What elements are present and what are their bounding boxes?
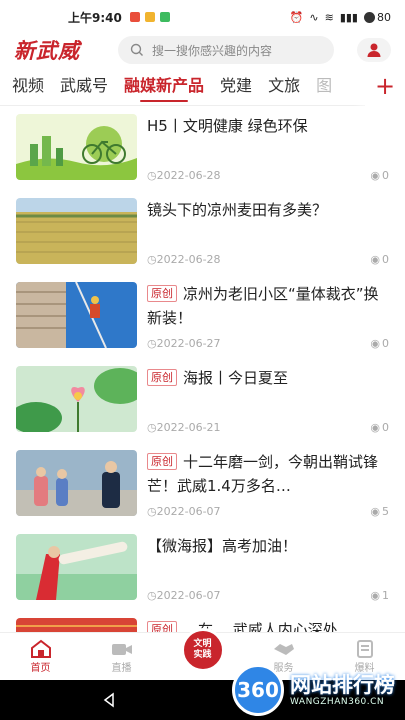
notification-icon <box>144 12 155 22</box>
list-item[interactable]: 【微海报】高考加油！ ◷ 2022-06-07 ◉ 1 <box>0 526 405 610</box>
view-count: ◉ 5 <box>370 505 389 518</box>
article-meta: ◷ 2022-06-21 ◉ 0 <box>147 421 389 434</box>
nav-live[interactable]: 直播 <box>81 633 162 680</box>
view-count: ◉ 0 <box>370 169 389 182</box>
handshake-icon <box>273 644 294 655</box>
tab-culture-travel[interactable]: 文旅 <box>268 66 300 106</box>
user-icon <box>367 43 381 57</box>
notification-icon <box>159 12 170 22</box>
app-logo[interactable]: 新武威 <box>14 35 118 65</box>
article-date: 2022-06-07 <box>156 505 221 518</box>
article-info: 镜头下的凉州麦田有多美？ ◷ 2022-06-28 ◉ 0 <box>147 198 389 266</box>
video-camera-icon <box>111 644 132 655</box>
channel-tabs: 视频 武威号 融媒新产品 党建 文旅 图 + <box>0 66 405 106</box>
back-icon[interactable] <box>101 692 117 708</box>
civilization-practice-button[interactable]: 文明 实践 <box>180 627 225 672</box>
battery-icon <box>364 11 375 23</box>
view-count: ◉ 0 <box>370 421 389 434</box>
list-item[interactable]: 原创 十二年磨一剑，今朝出鞘试锋芒！武威1.4万多名… ◷ 2022-06-07 ◉… <box>0 442 405 526</box>
eye-icon: ◉ <box>370 421 380 434</box>
clock-icon: ◷ <box>147 253 157 266</box>
article-title: 原创 凉州为老旧小区“量体裁衣”换新装！ <box>147 285 379 327</box>
report-icon <box>356 640 373 658</box>
article-thumbnail <box>16 198 137 264</box>
article-meta: ◷ 2022-06-27 ◉ 0 <box>147 337 389 350</box>
list-item[interactable]: H5丨文明健康 绿色环保 ◷ 2022-06-28 ◉ 0 <box>0 106 405 190</box>
clock-icon: ◷ <box>147 589 157 602</box>
watermark-badge: 360 <box>232 664 284 716</box>
add-channel-button[interactable]: + <box>365 66 405 106</box>
article-info: 原创 凉州为老旧小区“量体裁衣”换新装！ ◷ 2022-06-27 ◉ 0 <box>147 282 389 350</box>
wifi-icon: ≋ <box>324 10 334 24</box>
original-tag: 原创 <box>147 453 177 470</box>
article-meta: ◷ 2022-06-07 ◉ 5 <box>147 505 389 518</box>
article-info: 原创 海报丨今日夏至 ◷ 2022-06-21 ◉ 0 <box>147 366 389 434</box>
article-title: 原创 十二年磨一剑，今朝出鞘试锋芒！武威1.4万多名… <box>147 453 379 495</box>
nav-home[interactable]: 首页 <box>0 633 81 680</box>
article-thumbnail <box>16 114 137 180</box>
watermark: 360 网站排行榜 WANGZHAN360.CN <box>232 664 395 716</box>
view-count: ◉ 0 <box>370 337 389 350</box>
article-list: H5丨文明健康 绿色环保 ◷ 2022-06-28 ◉ 0 镜头下的凉州麦田有多美？… <box>0 106 405 636</box>
tab-partial[interactable]: 图 <box>316 66 332 106</box>
app-header: 新武威 搜一搜你感兴趣的内容 <box>0 34 405 66</box>
clock-icon: ◷ <box>147 337 157 350</box>
list-item[interactable]: 原创 海报丨今日夏至 ◷ 2022-06-21 ◉ 0 <box>0 358 405 442</box>
article-thumbnail <box>16 366 137 432</box>
article-thumbnail <box>16 450 137 516</box>
article-date: 2022-06-21 <box>156 421 221 434</box>
original-tag: 原创 <box>147 369 177 386</box>
cellular-icon: ▮▮▮ <box>339 10 358 24</box>
eye-icon: ◉ <box>370 169 380 182</box>
article-title: 镜头下的凉州麦田有多美？ <box>147 201 328 219</box>
tab-party-building[interactable]: 党建 <box>220 66 252 106</box>
article-info: H5丨文明健康 绿色环保 ◷ 2022-06-28 ◉ 0 <box>147 114 389 182</box>
status-bar: 上午9:40 ⏰ ∿ ≋ ▮▮▮ 80 <box>0 0 405 34</box>
view-count: ◉ 0 <box>370 253 389 266</box>
notification-icon <box>129 12 140 22</box>
article-date: 2022-06-07 <box>156 589 221 602</box>
article-date: 2022-06-27 <box>156 337 221 350</box>
tab-video[interactable]: 视频 <box>12 66 44 106</box>
alarm-icon: ⏰ <box>289 10 304 24</box>
article-date: 2022-06-28 <box>156 253 221 266</box>
view-count: ◉ 1 <box>370 589 389 602</box>
article-date: 2022-06-28 <box>156 169 221 182</box>
article-thumbnail <box>16 282 137 348</box>
article-title: H5丨文明健康 绿色环保 <box>147 117 308 135</box>
signal-icon: ∿ <box>309 10 319 24</box>
search-input[interactable]: 搜一搜你感兴趣的内容 <box>118 36 334 64</box>
status-time: 上午9:40 <box>68 10 122 25</box>
user-button[interactable] <box>357 38 391 62</box>
search-icon <box>130 43 143 56</box>
battery-indicator: 80 <box>364 11 391 24</box>
plus-icon: + <box>374 72 396 100</box>
eye-icon: ◉ <box>370 505 380 518</box>
original-tag: 原创 <box>147 285 177 302</box>
article-meta: ◷ 2022-06-28 ◉ 0 <box>147 169 389 182</box>
search-placeholder: 搜一搜你感兴趣的内容 <box>152 43 273 58</box>
tab-media-products[interactable]: 融媒新产品 <box>124 66 204 106</box>
article-info: 原创 十二年磨一剑，今朝出鞘试锋芒！武威1.4万多名… ◷ 2022-06-07 ◉… <box>147 450 389 518</box>
clock-icon: ◷ <box>147 169 157 182</box>
list-item[interactable]: 原创 凉州为老旧小区“量体裁衣”换新装！ ◷ 2022-06-27 ◉ 0 <box>0 274 405 358</box>
eye-icon: ◉ <box>370 253 380 266</box>
article-meta: ◷ 2022-06-28 ◉ 0 <box>147 253 389 266</box>
eye-icon: ◉ <box>370 589 380 602</box>
article-title: 原创 海报丨今日夏至 <box>147 366 389 390</box>
watermark-text: 网站排行榜 <box>290 673 395 697</box>
watermark-url: WANGZHAN360.CN <box>290 697 385 707</box>
clock-icon: ◷ <box>147 421 157 434</box>
home-icon <box>30 639 51 658</box>
nav-civilization-practice[interactable]: 文明 实践 <box>162 627 243 680</box>
article-meta: ◷ 2022-06-07 ◉ 1 <box>147 589 389 602</box>
article-info: 【微海报】高考加油！ ◷ 2022-06-07 ◉ 1 <box>147 534 389 602</box>
article-thumbnail <box>16 534 137 600</box>
eye-icon: ◉ <box>370 337 380 350</box>
article-title: 【微海报】高考加油！ <box>147 537 298 555</box>
tab-wuwei-hao[interactable]: 武威号 <box>60 66 108 106</box>
list-item[interactable]: 镜头下的凉州麦田有多美？ ◷ 2022-06-28 ◉ 0 <box>0 190 405 274</box>
clock-icon: ◷ <box>147 505 157 518</box>
